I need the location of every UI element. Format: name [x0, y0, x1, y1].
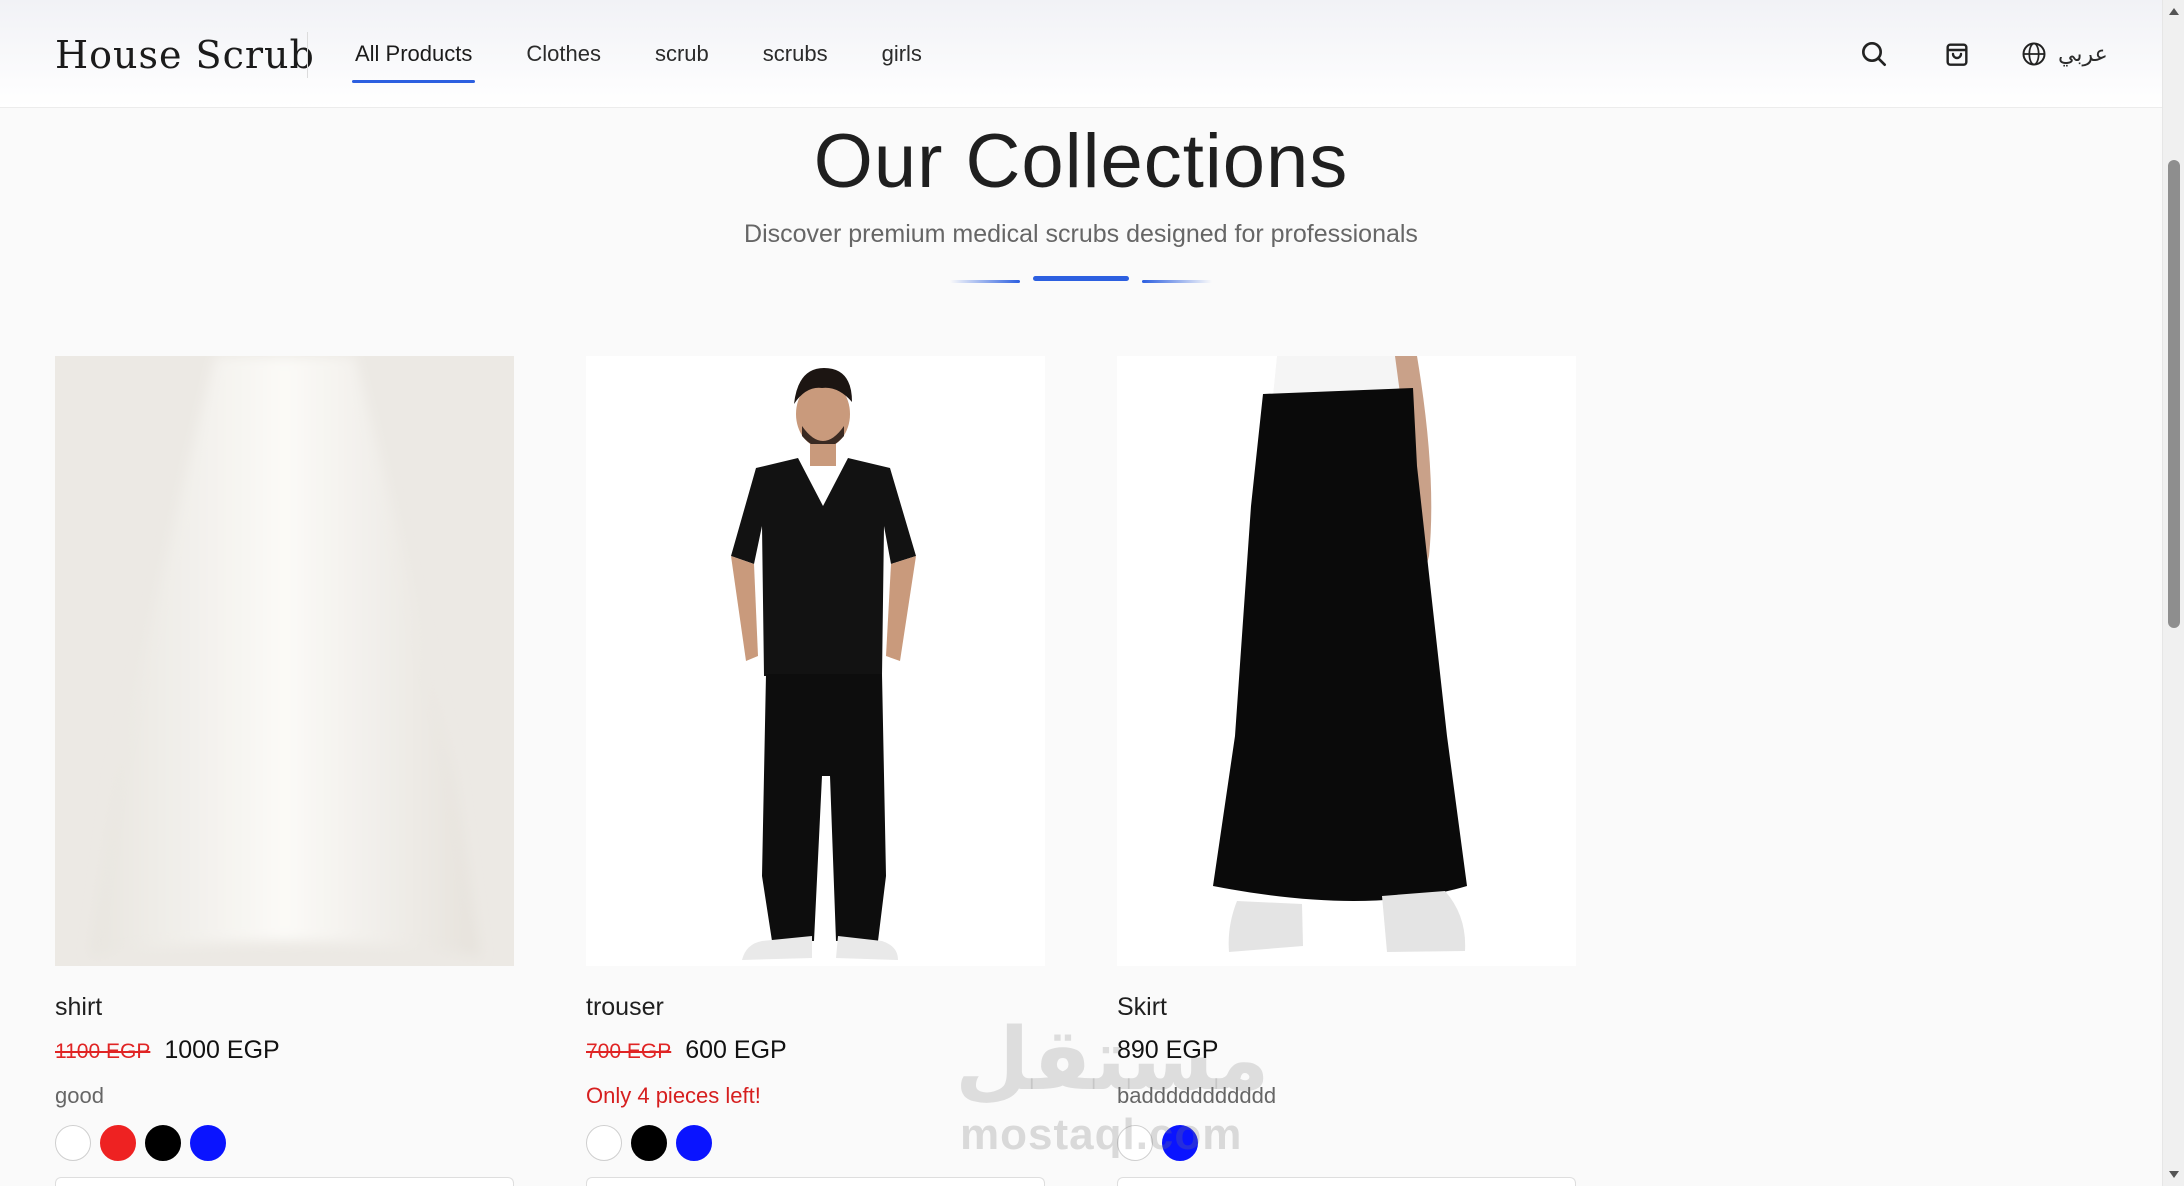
- globe-icon: [2022, 42, 2046, 66]
- product-card[interactable]: shirt 1100 EGP 1000 EGP good: [55, 356, 514, 1186]
- vertical-scrollbar[interactable]: [2162, 0, 2184, 1186]
- page-subtitle: Discover premium medical scrubs designed…: [744, 220, 1418, 248]
- color-swatch-red[interactable]: [100, 1125, 136, 1161]
- language-label: عربي: [2058, 41, 2108, 66]
- scroll-up-arrow-icon[interactable]: [2169, 8, 2179, 15]
- product-photo-black-maxi-skirt: [1117, 356, 1576, 966]
- main-nav: All Products Clothes scrub scrubs girls: [351, 0, 922, 108]
- top-navbar: House Scrub All Products Clothes scrub s…: [0, 0, 2162, 108]
- nav-item-all-products[interactable]: All Products: [351, 0, 476, 108]
- color-swatch-blue[interactable]: [190, 1125, 226, 1161]
- page-title: Our Collections: [813, 119, 1349, 204]
- old-price: 700 EGP: [586, 1040, 672, 1063]
- title-divider-left: [950, 280, 1020, 283]
- current-price: 600 EGP: [685, 1036, 787, 1064]
- product-image[interactable]: [55, 356, 514, 966]
- price-row: 1100 EGP 1000 EGP: [55, 1036, 514, 1065]
- product-image[interactable]: [586, 356, 1045, 966]
- title-divider-right: [1142, 280, 1212, 283]
- product-photo-man-in-black-scrubs: [586, 356, 1045, 966]
- nav-item-girls[interactable]: girls: [882, 0, 922, 108]
- add-to-cart-button[interactable]: [586, 1177, 1045, 1186]
- current-price: 1000 EGP: [164, 1036, 280, 1064]
- scrollbar-thumb[interactable]: [2168, 160, 2180, 628]
- logo-divider: [307, 32, 308, 78]
- add-to-cart-button[interactable]: [55, 1177, 514, 1186]
- color-swatch-black[interactable]: [145, 1125, 181, 1161]
- search-icon[interactable]: [1858, 38, 1890, 70]
- nav-item-scrubs[interactable]: scrubs: [763, 0, 828, 108]
- title-divider-center: [1033, 276, 1129, 281]
- add-to-cart-button[interactable]: [1117, 1177, 1576, 1186]
- scroll-down-arrow-icon[interactable]: [2169, 1171, 2179, 1178]
- color-swatches: [55, 1125, 514, 1161]
- language-switcher[interactable]: عربي: [2020, 38, 2108, 70]
- product-photo-white-skirt: [55, 356, 514, 966]
- color-swatch-blue[interactable]: [676, 1125, 712, 1161]
- product-note: good: [55, 1083, 104, 1108]
- nav-item-clothes[interactable]: Clothes: [526, 0, 601, 108]
- nav-item-scrub[interactable]: scrub: [655, 0, 709, 108]
- page: House Scrub All Products Clothes scrub s…: [0, 0, 2184, 1186]
- product-name[interactable]: shirt: [55, 993, 514, 1022]
- color-swatch-white[interactable]: [55, 1125, 91, 1161]
- color-swatch-black[interactable]: [631, 1125, 667, 1161]
- old-price: 1100 EGP: [55, 1040, 151, 1063]
- color-swatch-white[interactable]: [586, 1125, 622, 1161]
- watermark-latin: mostaql.com: [960, 1110, 1243, 1159]
- product-image[interactable]: [1117, 356, 1576, 966]
- cart-icon[interactable]: [1941, 38, 1973, 70]
- site-logo[interactable]: House Scrub: [55, 30, 315, 80]
- watermark-arabic: مستقل: [955, 1010, 1270, 1110]
